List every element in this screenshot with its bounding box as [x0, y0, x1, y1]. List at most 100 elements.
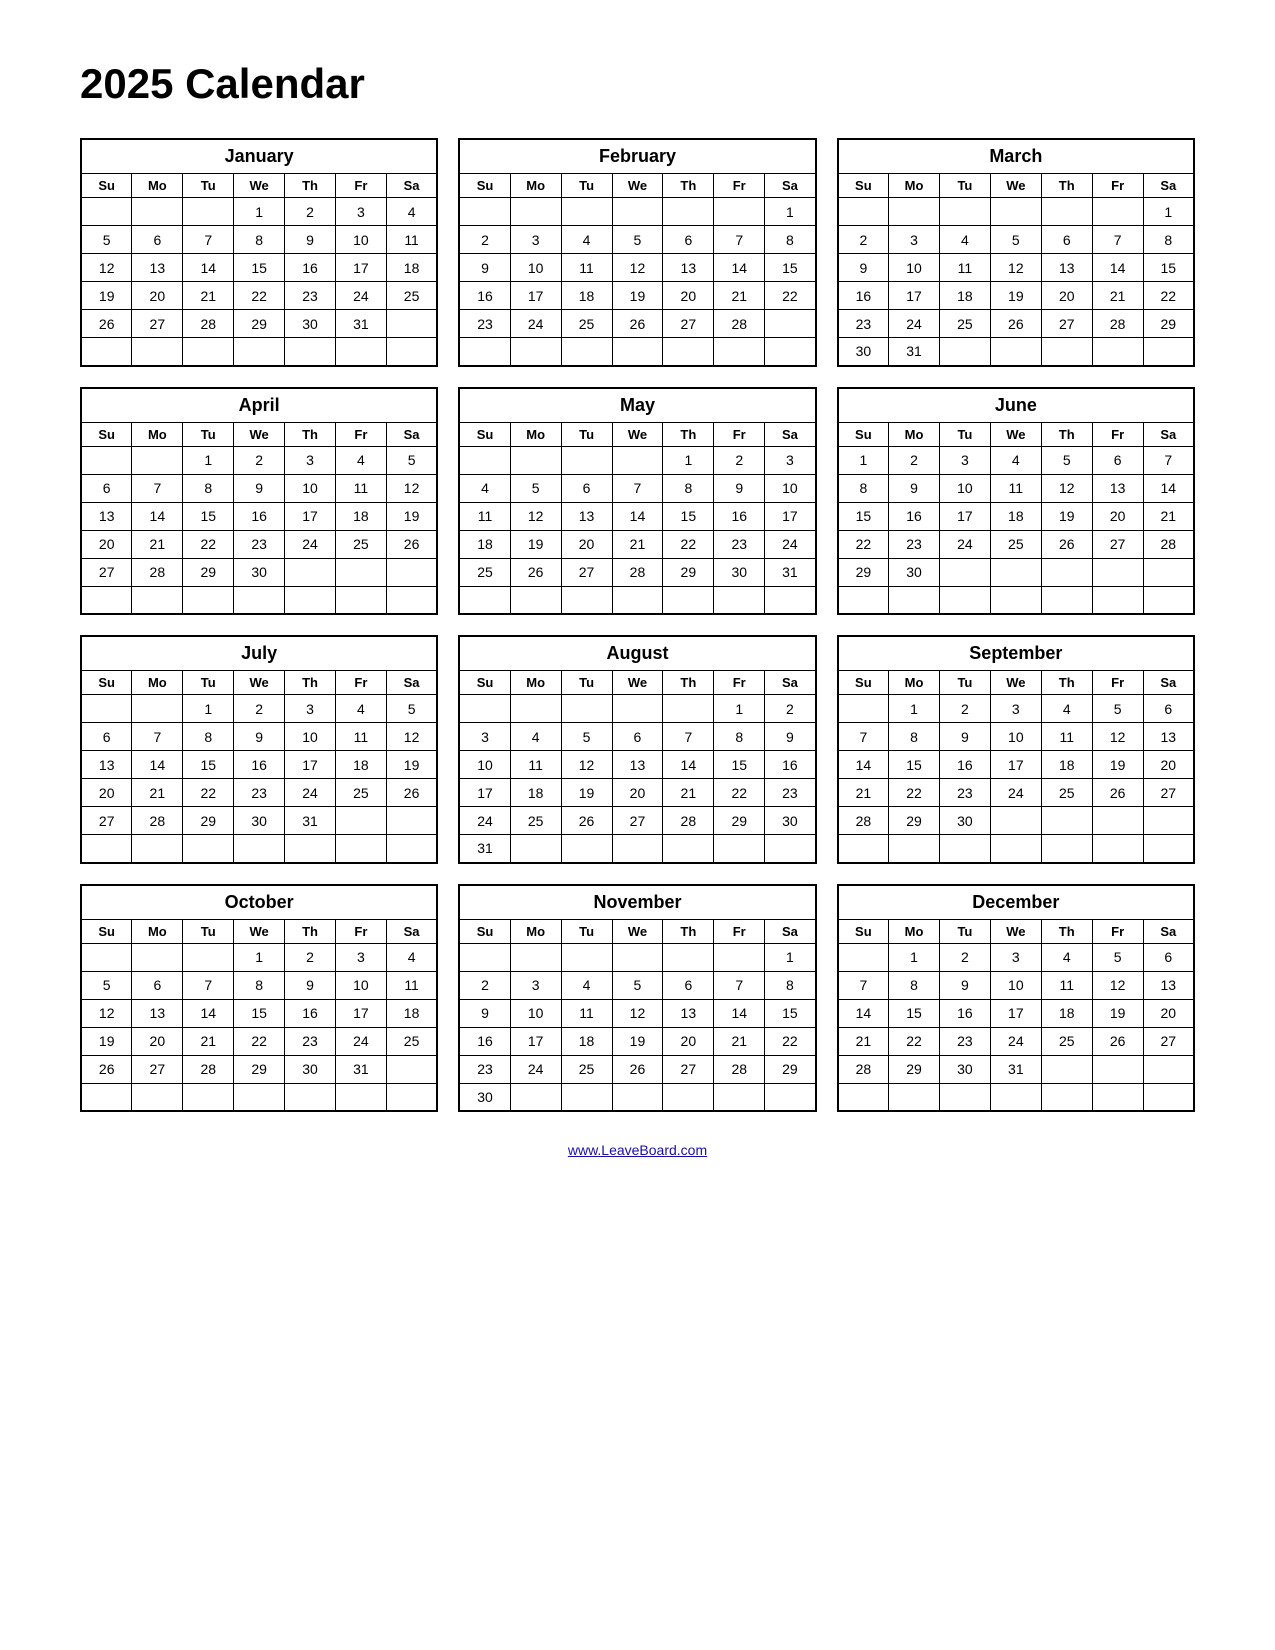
- day-cell: [386, 558, 437, 586]
- day-header-tu: Tu: [183, 174, 234, 198]
- day-cell: 20: [663, 1027, 714, 1055]
- day-cell: 12: [81, 254, 132, 282]
- day-cell: 17: [459, 779, 510, 807]
- day-cell: 20: [1092, 502, 1143, 530]
- day-cell: 28: [1143, 530, 1194, 558]
- month-table-april: AprilSuMoTuWeThFrSa123456789101112131415…: [80, 387, 438, 616]
- month-name-june: June: [838, 388, 1194, 423]
- month-name-july: July: [81, 636, 437, 671]
- day-header-tu: Tu: [561, 671, 612, 695]
- day-cell: [459, 586, 510, 614]
- day-cell: 23: [234, 530, 285, 558]
- day-cell: 19: [561, 779, 612, 807]
- day-cell: 16: [714, 502, 765, 530]
- footer-link[interactable]: www.LeaveBoard.com: [80, 1142, 1195, 1158]
- week-row: 262728293031: [81, 310, 437, 338]
- day-cell: 6: [1143, 943, 1194, 971]
- day-cell: 21: [132, 530, 183, 558]
- day-cell: 14: [183, 254, 234, 282]
- day-cell: [510, 198, 561, 226]
- day-cell: 21: [714, 282, 765, 310]
- day-cell: 2: [285, 198, 336, 226]
- day-cell: [990, 586, 1041, 614]
- day-cell: 2: [838, 226, 889, 254]
- week-row: 20212223242526: [81, 530, 437, 558]
- day-cell: [765, 310, 816, 338]
- day-cell: [939, 338, 990, 366]
- day-cell: 1: [183, 695, 234, 723]
- week-row: 23242526272829: [459, 1055, 815, 1083]
- day-cell: 31: [459, 835, 510, 863]
- month-name-september: September: [838, 636, 1194, 671]
- day-cell: 14: [838, 751, 889, 779]
- day-cell: 7: [714, 971, 765, 999]
- day-cell: 6: [1092, 446, 1143, 474]
- day-cell: [234, 835, 285, 863]
- day-cell: 27: [663, 310, 714, 338]
- week-row: 31: [459, 835, 815, 863]
- day-cell: [1092, 198, 1143, 226]
- day-cell: [714, 586, 765, 614]
- day-cell: [81, 198, 132, 226]
- day-header-fr: Fr: [335, 174, 386, 198]
- day-cell: [838, 943, 889, 971]
- day-cell: [285, 558, 336, 586]
- day-cell: 29: [838, 558, 889, 586]
- day-cell: [939, 1083, 990, 1111]
- week-row: 12131415161718: [81, 999, 437, 1027]
- day-cell: [81, 695, 132, 723]
- day-cell: 5: [1041, 446, 1092, 474]
- week-row: 24252627282930: [459, 807, 815, 835]
- day-cell: 7: [663, 723, 714, 751]
- day-header-sa: Sa: [386, 671, 437, 695]
- day-cell: 23: [459, 310, 510, 338]
- day-cell: 30: [889, 558, 940, 586]
- day-cell: 22: [234, 1027, 285, 1055]
- day-cell: 14: [714, 999, 765, 1027]
- day-header-sa: Sa: [1143, 422, 1194, 446]
- day-cell: 1: [714, 695, 765, 723]
- week-row: 12345: [81, 446, 437, 474]
- day-cell: 14: [1143, 474, 1194, 502]
- day-cell: 15: [838, 502, 889, 530]
- week-row: 15161718192021: [838, 502, 1194, 530]
- day-cell: 7: [1143, 446, 1194, 474]
- month-table-july: JulySuMoTuWeThFrSa1234567891011121314151…: [80, 635, 438, 864]
- day-cell: [132, 1083, 183, 1111]
- day-cell: 18: [459, 530, 510, 558]
- day-cell: [386, 310, 437, 338]
- week-row: [81, 1083, 437, 1111]
- day-cell: 1: [838, 446, 889, 474]
- day-cell: 1: [663, 446, 714, 474]
- day-cell: 23: [285, 282, 336, 310]
- week-row: 12345: [81, 695, 437, 723]
- day-cell: 26: [386, 530, 437, 558]
- day-header-su: Su: [459, 422, 510, 446]
- day-header-su: Su: [838, 671, 889, 695]
- day-cell: 27: [1041, 310, 1092, 338]
- day-cell: 21: [663, 779, 714, 807]
- day-cell: 17: [889, 282, 940, 310]
- day-cell: 5: [1092, 943, 1143, 971]
- day-cell: [1092, 586, 1143, 614]
- day-cell: [183, 338, 234, 366]
- day-cell: 25: [939, 310, 990, 338]
- month-table-september: SeptemberSuMoTuWeThFrSa12345678910111213…: [837, 635, 1195, 864]
- day-cell: 2: [285, 943, 336, 971]
- day-cell: [561, 198, 612, 226]
- day-cell: 25: [459, 558, 510, 586]
- day-cell: 27: [1143, 779, 1194, 807]
- day-cell: 24: [510, 310, 561, 338]
- week-row: 11121314151617: [459, 502, 815, 530]
- day-cell: 29: [663, 558, 714, 586]
- day-cell: [1092, 807, 1143, 835]
- day-cell: 9: [714, 474, 765, 502]
- day-header-sa: Sa: [386, 174, 437, 198]
- week-row: 27282930: [81, 558, 437, 586]
- day-cell: [561, 338, 612, 366]
- day-cell: [285, 586, 336, 614]
- day-header-sa: Sa: [1143, 919, 1194, 943]
- day-cell: 1: [765, 198, 816, 226]
- week-row: 123456: [838, 943, 1194, 971]
- day-cell: 18: [386, 999, 437, 1027]
